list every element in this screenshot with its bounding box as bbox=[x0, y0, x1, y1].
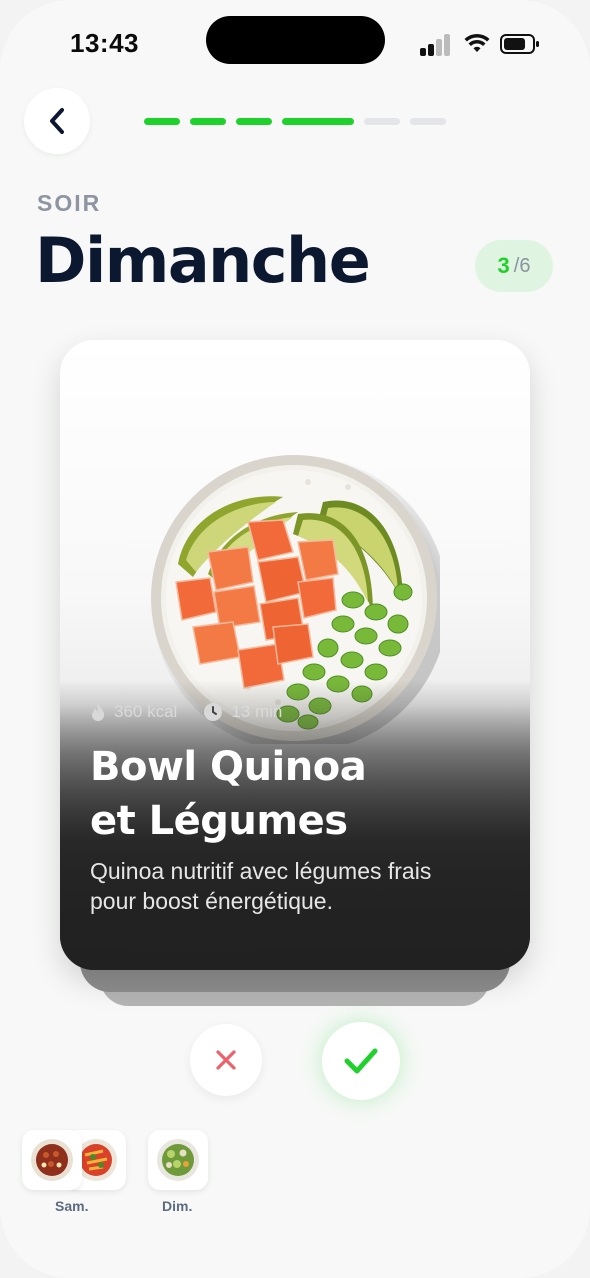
signal-icon bbox=[420, 32, 454, 56]
progress-segment bbox=[144, 118, 180, 125]
chevron-left-icon bbox=[50, 108, 64, 134]
duration-text: 13 min bbox=[231, 702, 283, 721]
progress-segment bbox=[364, 118, 400, 125]
reject-button[interactable] bbox=[190, 1024, 262, 1096]
meal-label: SOIR bbox=[37, 190, 102, 216]
progress-segment bbox=[282, 118, 354, 125]
wifi-icon bbox=[464, 33, 490, 52]
counter-total: /6 bbox=[513, 254, 531, 277]
progress-segment bbox=[236, 118, 272, 125]
recipe-description: Quinoa nutritif avec légumes frais pour … bbox=[90, 856, 510, 916]
status-time: 13:43 bbox=[70, 28, 139, 58]
progress-segment bbox=[410, 118, 446, 125]
accept-button[interactable] bbox=[322, 1022, 400, 1100]
recipe-title: Bowl Quinoa et Légumes bbox=[90, 740, 510, 848]
page-title: Dimanche bbox=[35, 224, 371, 297]
phone-screen: 13:43 SOIR Dimanche 3 /6 360 kcal 13 min… bbox=[0, 0, 590, 1278]
recipe-card[interactable]: 360 kcal 13 min Bowl Quinoa et Légumes Q… bbox=[60, 340, 530, 970]
chili-bowl-icon bbox=[31, 1139, 73, 1181]
check-icon bbox=[344, 1048, 378, 1074]
dynamic-island bbox=[206, 16, 385, 64]
clock-icon bbox=[204, 703, 223, 721]
recipe-title-line1: Bowl Quinoa bbox=[90, 744, 367, 790]
battery-icon bbox=[500, 34, 539, 54]
salad-bowl-icon bbox=[157, 1139, 199, 1181]
back-button[interactable] bbox=[24, 88, 90, 154]
counter-current: 3 bbox=[497, 253, 510, 278]
counter-badge: 3 /6 bbox=[475, 240, 553, 292]
calories-item: 360 kcal bbox=[90, 702, 177, 722]
progress-segment bbox=[190, 118, 226, 125]
history-thumb-1 bbox=[22, 1130, 82, 1190]
history-label-saturday: Sam. bbox=[55, 1198, 89, 1214]
duration-item: 13 min bbox=[203, 702, 282, 722]
history-label-sunday: Dim. bbox=[162, 1198, 193, 1214]
recipe-description-line1: Quinoa nutritif avec légumes frais bbox=[90, 858, 432, 884]
recipe-meta: 360 kcal 13 min bbox=[90, 702, 308, 722]
recipe-description-line2: pour boost énergétique. bbox=[90, 888, 333, 914]
history-thumb-3 bbox=[148, 1130, 208, 1190]
recipe-title-line2: et Légumes bbox=[90, 798, 348, 844]
calories-text: 360 kcal bbox=[114, 702, 178, 721]
flame-icon bbox=[92, 703, 105, 721]
close-icon bbox=[216, 1050, 236, 1070]
